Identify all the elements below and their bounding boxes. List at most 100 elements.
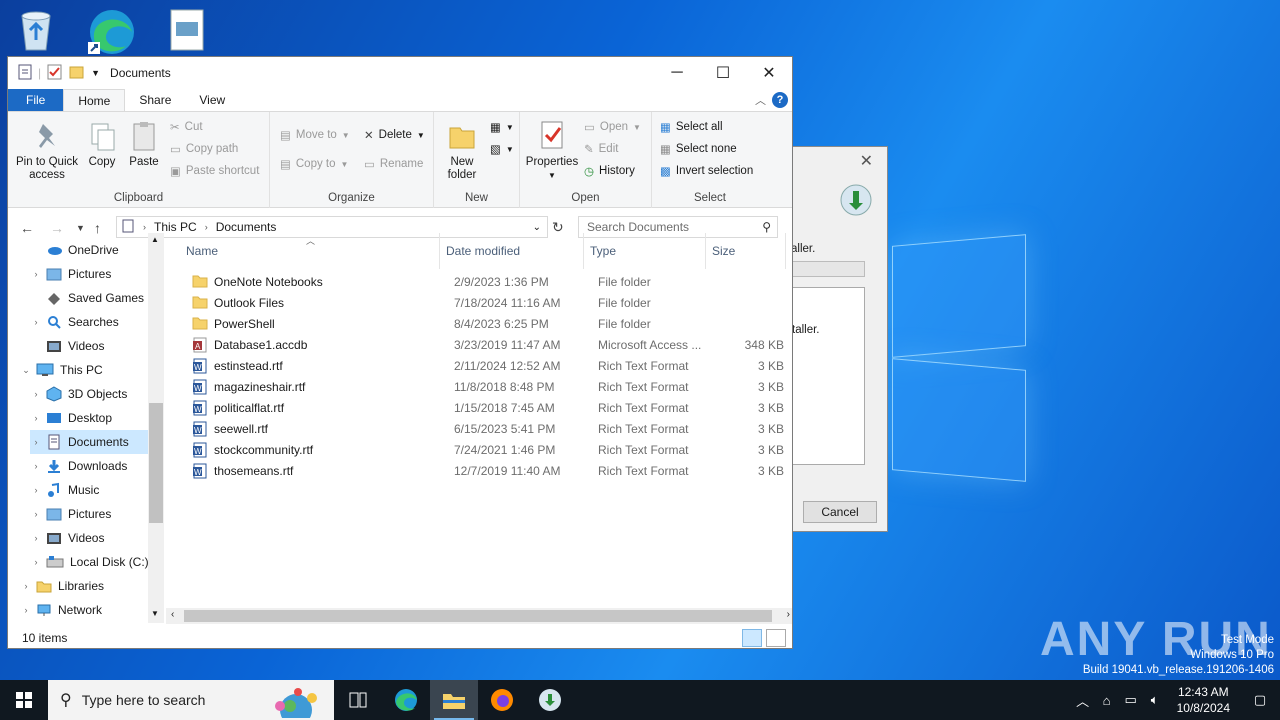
search-icon[interactable]: ⚲	[762, 220, 771, 234]
horizontal-scrollbar[interactable]: ‹ ›	[166, 608, 792, 624]
file-row[interactable]: Wpoliticalflat.rtf 1/15/2018 7:45 AM Rich …	[178, 397, 784, 418]
breadcrumb-this-pc[interactable]: This PC	[154, 220, 197, 234]
edge-icon[interactable]	[86, 6, 134, 54]
rename-button[interactable]: ▭ Rename	[364, 157, 423, 171]
chevron-right-icon[interactable]: ›	[30, 509, 42, 519]
copy-path-button[interactable]: ▭ Copy path	[170, 142, 238, 156]
nav-item-desktop[interactable]: › Desktop	[30, 406, 150, 430]
taskbar-search[interactable]: ⚲ Type here to search	[48, 680, 334, 720]
tab-home[interactable]: Home	[63, 89, 126, 111]
scroll-thumb[interactable]	[149, 403, 163, 523]
document-icon[interactable]	[168, 8, 216, 56]
installer-icon[interactable]	[526, 680, 574, 720]
address-dropdown-icon[interactable]: ⌄	[533, 222, 541, 233]
scroll-left-icon[interactable]: ‹	[171, 609, 174, 620]
maximize-button[interactable]: ☐	[700, 57, 746, 89]
edge-icon[interactable]	[382, 680, 430, 720]
open-button[interactable]: ▭ Open ▼	[584, 120, 641, 134]
copy-button[interactable]: Copy	[86, 120, 118, 169]
nav-item-pictures[interactable]: › Pictures	[30, 502, 150, 526]
help-icon[interactable]: ?	[772, 92, 788, 108]
notification-icon[interactable]: ▢	[1240, 692, 1280, 708]
nav-item-searches[interactable]: › Searches	[30, 310, 150, 334]
nav-item-videos[interactable]: › Videos	[30, 526, 150, 550]
start-button[interactable]	[0, 680, 48, 720]
nav-item-3d-objects[interactable]: › 3D Objects	[30, 382, 150, 406]
chevron-right-icon[interactable]: ›	[30, 317, 42, 327]
chevron-right-icon[interactable]: ›	[30, 557, 42, 567]
nav-item-music[interactable]: › Music	[30, 478, 150, 502]
new-folder-icon[interactable]	[69, 65, 85, 82]
chevron-right-icon[interactable]: ›	[20, 581, 32, 591]
copy-to-button[interactable]: ▤ Copy to ▼	[280, 157, 348, 171]
file-row[interactable]: Wthosemeans.rtf 12/7/2019 11:40 AM Rich Te…	[178, 460, 784, 481]
invert-selection-button[interactable]: ▩ Invert selection	[660, 164, 753, 178]
chevron-right-icon[interactable]: ›	[30, 533, 42, 543]
scroll-right-icon[interactable]: ›	[787, 609, 790, 620]
task-view-icon[interactable]	[334, 680, 382, 720]
file-row[interactable]: PowerShell 8/4/2023 6:25 PM File folder	[178, 313, 778, 334]
delete-button[interactable]: ✕ Delete ▼	[364, 128, 425, 142]
file-row[interactable]: A Database1.accdb 3/23/2019 11:47 AM Micros…	[178, 334, 784, 355]
chevron-down-icon[interactable]: ▼	[91, 68, 100, 78]
close-button[interactable]: ✕	[746, 57, 792, 89]
file-row[interactable]: Wmagazineshair.rtf 11/8/2018 8:48 PM Rich …	[178, 376, 784, 397]
chevron-up-icon[interactable]: ︿	[1071, 691, 1095, 710]
file-row[interactable]: OneNote Notebooks 2/9/2023 1:36 PM File fo…	[178, 271, 778, 292]
nav-scrollbar[interactable]: ▲ ▼	[148, 233, 164, 623]
nav-item-videos[interactable]: Videos	[30, 334, 150, 358]
nav-item-documents[interactable]: › Documents	[30, 430, 150, 454]
column-header-type[interactable]: Type	[584, 233, 706, 269]
nav-item-saved-games[interactable]: Saved Games	[30, 286, 150, 310]
nav-item-network[interactable]: › Network	[20, 598, 150, 622]
chevron-right-icon[interactable]: ›	[30, 485, 42, 495]
chevron-down-icon[interactable]: ⌄	[20, 365, 32, 376]
select-none-button[interactable]: ▦ Select none	[660, 142, 737, 156]
scroll-thumb[interactable]	[184, 610, 772, 622]
nav-item-local-disk-c-[interactable]: › Local Disk (C:)	[30, 550, 150, 574]
new-item-button[interactable]: ▦ ▼	[490, 120, 514, 134]
clock[interactable]: 12:43 AM 10/8/2024	[1167, 684, 1240, 716]
file-row[interactable]: Westinstead.rtf 2/11/2024 12:52 AM Rich Te…	[178, 355, 784, 376]
scroll-down-icon[interactable]: ▼	[151, 609, 159, 618]
column-header-size[interactable]: Size	[706, 233, 786, 269]
tab-file[interactable]: File	[8, 89, 64, 111]
properties-button[interactable]: Properties ▼	[524, 120, 580, 182]
cancel-button[interactable]: Cancel	[803, 501, 877, 523]
close-icon[interactable]: ✕	[860, 151, 873, 171]
nav-item-pictures[interactable]: › Pictures	[30, 262, 150, 286]
nav-item-onedrive[interactable]: OneDrive	[30, 238, 150, 262]
chevron-right-icon[interactable]: ›	[30, 437, 42, 447]
firefox-icon[interactable]	[478, 680, 526, 720]
paste-button[interactable]: Paste	[126, 120, 162, 169]
properties-icon[interactable]	[18, 64, 32, 83]
pin-to-quick-access-button[interactable]: Pin to Quick access	[12, 120, 82, 182]
minimize-button[interactable]: ─	[654, 57, 700, 89]
file-row[interactable]: Wseewell.rtf 6/15/2023 5:41 PM Rich Text F…	[178, 418, 784, 439]
file-row[interactable]: Outlook Files 7/18/2024 11:16 AM File fold…	[178, 292, 778, 313]
easy-access-button[interactable]: ▧ ▼	[490, 142, 514, 156]
chevron-right-icon[interactable]: ›	[30, 269, 42, 279]
paste-shortcut-button[interactable]: ▣ Paste shortcut	[170, 164, 259, 178]
volume-icon[interactable]: 🔈︎	[1143, 692, 1167, 708]
move-to-button[interactable]: ▤ Move to ▼	[280, 128, 350, 142]
details-view-icon[interactable]	[742, 629, 762, 647]
tab-view[interactable]: View	[185, 89, 239, 111]
chevron-right-icon[interactable]: ›	[30, 461, 42, 471]
network-status-icon[interactable]: ⌂	[1095, 693, 1119, 708]
chevron-up-icon[interactable]: ︿	[755, 92, 766, 108]
select-all-button[interactable]: ▦ Select all	[660, 120, 723, 134]
nav-item-this-pc[interactable]: ⌄ This PC	[20, 358, 150, 382]
checkmark-doc-icon[interactable]	[47, 64, 63, 83]
edit-button[interactable]: ✎ Edit	[584, 142, 618, 156]
column-header-date[interactable]: Date modified	[440, 233, 584, 269]
scroll-up-icon[interactable]: ▲	[151, 235, 159, 244]
history-button[interactable]: ◷ History	[584, 164, 635, 178]
ethernet-icon[interactable]: ▭	[1119, 692, 1143, 708]
recycle-bin-icon[interactable]	[14, 6, 62, 54]
nav-item-libraries[interactable]: › Libraries	[20, 574, 150, 598]
new-folder-button[interactable]: New folder	[440, 120, 484, 182]
recent-locations-icon[interactable]: ▼	[76, 223, 85, 233]
chevron-right-icon[interactable]: ›	[30, 413, 42, 423]
breadcrumb-documents[interactable]: Documents	[216, 220, 277, 234]
